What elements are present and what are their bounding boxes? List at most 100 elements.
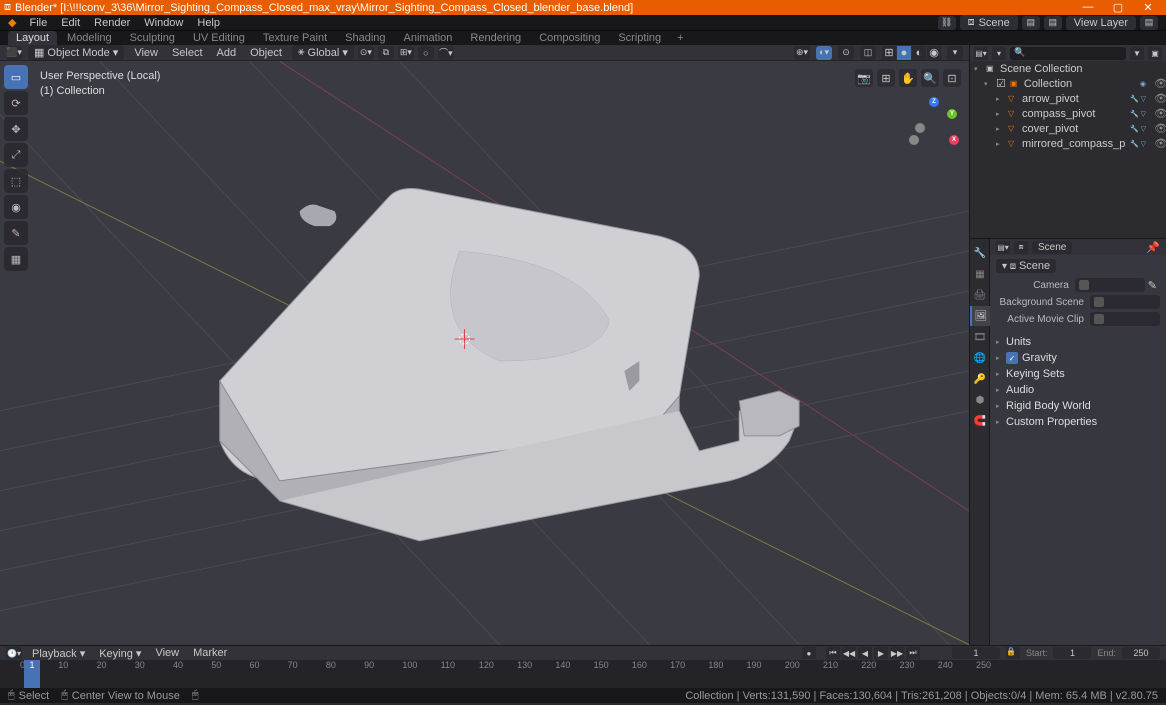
tab-texture-paint[interactable]: Texture Paint [255, 31, 335, 45]
zoom-icon[interactable]: 🔍 [921, 69, 939, 87]
orientation-selector[interactable]: ⚹ Global ▾ [292, 45, 354, 60]
menu-edit[interactable]: Edit [56, 17, 85, 29]
playhead[interactable]: 1 [24, 660, 40, 688]
jump-end-icon[interactable]: ⏭ [906, 647, 920, 659]
scene-new-icon[interactable]: ▤ [1022, 16, 1040, 30]
ptab-viewlayer[interactable]: 🖨 [970, 285, 990, 305]
proportional-icon[interactable]: ○ [418, 46, 434, 60]
outliner-new-collection-icon[interactable]: ▣ [1148, 47, 1162, 60]
viewport-menu-select[interactable]: Select [168, 47, 207, 59]
shading-wireframe[interactable]: ⊞ [882, 46, 896, 60]
tab-rendering[interactable]: Rendering [462, 31, 529, 45]
scene-selector[interactable]: ⧈Scene [960, 15, 1018, 30]
outliner-filter-icon[interactable]: ▼ [1130, 47, 1144, 60]
ortho-icon[interactable]: ⊡ [943, 69, 961, 87]
outliner-editor-icon[interactable]: ▤▾ [974, 47, 988, 60]
outliner-collection[interactable]: ▾☑▣Collection◉👁 [970, 76, 1166, 91]
outliner-item-arrow-pivot[interactable]: ▸▽arrow_pivot🔧 ▽👁 [970, 91, 1166, 106]
outliner-item-compass-pivot[interactable]: ▸▽compass_pivot🔧 ▽👁 [970, 106, 1166, 121]
shading-rendered[interactable]: ◉ [927, 46, 941, 60]
minimize-button[interactable]: — [1074, 1, 1102, 14]
timeline-editor-icon[interactable]: 🕐▾ [6, 647, 22, 659]
3d-viewport[interactable]: ⬛▾ ▦ Object Mode ▾ View Select Add Objec… [0, 45, 970, 645]
start-frame-field[interactable]: 1 [1053, 647, 1091, 659]
add-workspace-button[interactable]: + [671, 32, 689, 44]
timeline-menu-marker[interactable]: Marker [189, 647, 231, 659]
tab-layout[interactable]: Layout [8, 31, 57, 45]
clip-field[interactable] [1090, 312, 1160, 326]
tab-compositing[interactable]: Compositing [531, 31, 608, 45]
scene-browse-icon[interactable]: ⛓ [938, 16, 956, 30]
gravity-checkbox[interactable]: ✓ [1006, 352, 1018, 364]
viewport-body[interactable]: ▭ ⟳ ✥ ⤢ ⬚ ◉ ✎ ▦ User Perspective (Local)… [0, 61, 969, 645]
scene-crumb[interactable]: ▾ ⧈ Scene [996, 259, 1056, 273]
menu-render[interactable]: Render [89, 17, 135, 29]
outliner-item-mirrored-compass-pivot[interactable]: ▸▽mirrored_compass_pivot🔧 ▽👁 [970, 136, 1166, 151]
outliner-item-cover-pivot[interactable]: ▸▽cover_pivot🔧 ▽👁 [970, 121, 1166, 136]
tool-move[interactable]: ✥ [4, 117, 28, 141]
3d-scene[interactable] [0, 61, 969, 645]
menu-window[interactable]: Window [139, 17, 188, 29]
outliner-tree[interactable]: ▾▣Scene Collection ▾☑▣Collection◉👁 ▸▽arr… [970, 61, 1166, 238]
ptab-physics[interactable]: 🧲 [970, 411, 990, 431]
timeline-menu-view[interactable]: View [151, 647, 183, 659]
viewlayer-browse-icon[interactable]: ▤ [1044, 16, 1062, 30]
tool-rotate[interactable]: ⤢ [4, 143, 28, 167]
camera-field[interactable] [1075, 278, 1145, 292]
tab-shading[interactable]: Shading [337, 31, 393, 45]
editor-type-icon[interactable]: ⬛▾ [6, 46, 22, 60]
tool-scale[interactable]: ⬚ [4, 169, 28, 193]
viewport-menu-object[interactable]: Object [246, 47, 286, 59]
section-gravity[interactable]: ▸✓Gravity [996, 350, 1160, 366]
gizmo-neg-y[interactable] [909, 135, 919, 145]
jump-start-icon[interactable]: ⏮ [826, 647, 840, 659]
gizmo-visibility-icon[interactable]: ⊕▾ [794, 46, 810, 60]
ptab-scene[interactable]: 🖼 [970, 306, 990, 326]
current-frame-field[interactable]: 1 [952, 647, 1000, 659]
proportional-type-icon[interactable]: ⌒▾ [438, 46, 454, 60]
tab-sculpting[interactable]: Sculpting [122, 31, 183, 45]
ptab-particles[interactable]: ⬢ [970, 390, 990, 410]
shading-options-icon[interactable]: ▾ [947, 46, 963, 60]
viewport-menu-view[interactable]: View [130, 47, 162, 59]
ptab-world[interactable]: 🎞 [970, 327, 990, 347]
props-editor-icon[interactable]: ▤▾ [996, 241, 1010, 254]
tab-modeling[interactable]: Modeling [59, 31, 120, 45]
outliner-display-icon[interactable]: ▾ [992, 47, 1006, 60]
bgscene-field[interactable] [1090, 295, 1160, 309]
gizmo-x-axis[interactable]: X [949, 135, 959, 145]
tab-animation[interactable]: Animation [396, 31, 461, 45]
section-custom-properties[interactable]: ▸Custom Properties [996, 414, 1160, 430]
gizmo-neg-z[interactable] [915, 123, 925, 133]
gizmo-y-axis[interactable]: Y [947, 109, 957, 119]
outliner-scene-collection[interactable]: ▾▣Scene Collection [970, 61, 1166, 76]
tool-transform[interactable]: ◉ [4, 195, 28, 219]
tool-annotate[interactable]: ✎ [4, 221, 28, 245]
ptab-output[interactable]: ▦ [970, 264, 990, 284]
camera-eyedropper-icon[interactable]: ✎ [1145, 279, 1160, 292]
play-reverse-icon[interactable]: ◀ [858, 647, 872, 659]
shading-lookdev[interactable]: ◐ [912, 46, 926, 60]
menu-help[interactable]: Help [192, 17, 225, 29]
shading-solid[interactable]: ● [897, 46, 911, 60]
perspective-icon[interactable]: ⊞ [877, 69, 895, 87]
section-rigid-body[interactable]: ▸Rigid Body World [996, 398, 1160, 414]
tab-scripting[interactable]: Scripting [610, 31, 669, 45]
timeline-menu-keying[interactable]: Keying ▾ [95, 647, 145, 660]
play-icon[interactable]: ▶ [874, 647, 888, 659]
pivot-icon[interactable]: ⊙▾ [358, 46, 374, 60]
end-frame-field[interactable]: 250 [1122, 647, 1160, 659]
tool-cursor[interactable]: ⟳ [4, 91, 28, 115]
tool-select[interactable]: ▭ [4, 65, 28, 89]
timeline-menu-playback[interactable]: Playback ▾ [28, 647, 89, 660]
prev-keyframe-icon[interactable]: ◀◀ [842, 647, 856, 659]
ptab-modifiers[interactable]: 🔑 [970, 369, 990, 389]
frame-range-icon[interactable]: 🔒 [1006, 647, 1020, 659]
camera-view-icon[interactable]: 📷 [855, 69, 873, 87]
props-pin-icon[interactable]: ⧈ [1014, 241, 1028, 254]
ptab-object[interactable]: 🌐 [970, 348, 990, 368]
navigation-gizmo[interactable]: Z Y X [909, 97, 959, 147]
menu-file[interactable]: File [24, 17, 52, 29]
overlays-icon[interactable]: ◐▾ [816, 46, 832, 60]
section-audio[interactable]: ▸Audio [996, 382, 1160, 398]
